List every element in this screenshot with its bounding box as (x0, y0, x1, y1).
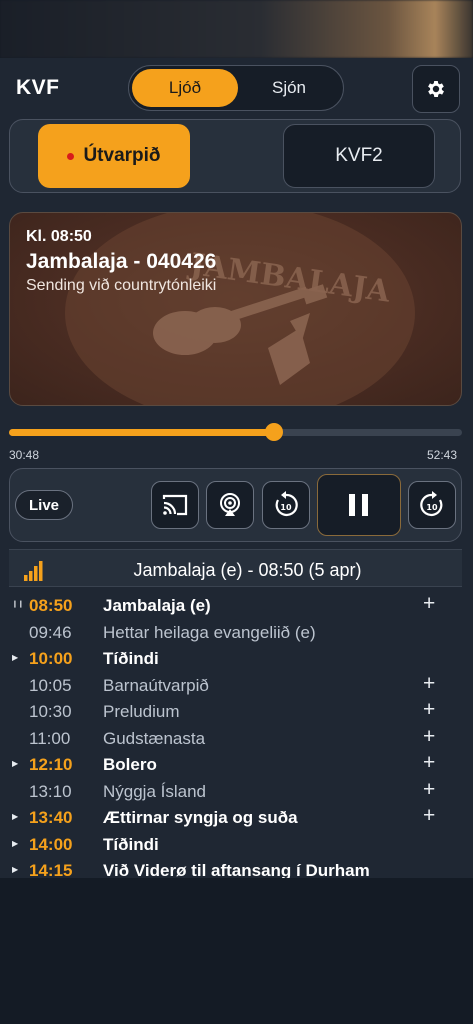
play-marker-icon: ▶ (12, 759, 19, 768)
add-reminder-icon[interactable]: + (423, 725, 435, 749)
player-controls: Live 10 10 (9, 468, 462, 542)
progress-fill (9, 429, 274, 436)
schedule-title: Við Viderø til aftansang í Durham (103, 861, 370, 878)
schedule-time: 09:46 (29, 622, 72, 642)
schedule-row[interactable]: 10:30 Preludium + (0, 698, 473, 725)
schedule-title: Tíðindi (103, 834, 159, 854)
airplay-button[interactable] (206, 481, 254, 529)
progress-knob[interactable] (264, 423, 283, 441)
schedule-row[interactable]: ▶ 13:40 Ættirnar syngja og suða + (0, 804, 473, 831)
add-reminder-icon[interactable]: + (423, 672, 435, 696)
rewind-10-icon: 10 (275, 491, 298, 517)
tab-sjon[interactable]: Sjón (236, 69, 342, 107)
add-reminder-icon[interactable]: + (423, 778, 435, 802)
schedule-row[interactable]: 13:10 Nýggja Ísland + (0, 778, 473, 805)
app-logo: KVF (16, 76, 60, 99)
elapsed-time: 30:48 (9, 448, 40, 462)
add-reminder-icon[interactable]: + (423, 592, 435, 616)
schedule-time: 10:00 (29, 649, 73, 668)
settings-button[interactable] (412, 65, 460, 113)
mode-switch: Ljóð Sjón (128, 65, 344, 111)
forward-seconds: 10 (426, 503, 438, 512)
add-reminder-icon[interactable]: + (423, 804, 435, 828)
schedule-title: Hettar heilaga evangeliið (e) (103, 622, 316, 642)
total-time: 52:43 (427, 448, 458, 462)
add-reminder-icon[interactable]: + (423, 751, 435, 775)
now-playing-text: Jambalaja (e) - 08:50 (5 apr) (133, 560, 362, 580)
schedule-title: Tíðindi (103, 649, 159, 668)
schedule-row[interactable]: ▶ 12:10 Bolero + (0, 751, 473, 778)
bottom-background (0, 878, 473, 1024)
cast-button[interactable] (151, 481, 199, 529)
schedule-title: Barnaútvarpið (103, 675, 209, 695)
pause-icon (349, 494, 368, 516)
program-subtitle: Sending við countrytónleiki (26, 277, 217, 294)
now-playing-card[interactable]: JAMBALAJA Kl. 08:50 Jambalaja - 040426 S… (9, 212, 462, 406)
forward-10-icon: 10 (420, 491, 443, 517)
channel-utvarpid-label: Útvarpið (83, 145, 161, 166)
app-screen: KVF Ljóð Sjón Útvarpið KVF2 JAMBALAJA Kl… (0, 58, 473, 878)
schedule-title: Gudstænasta (103, 728, 206, 748)
add-reminder-icon[interactable]: + (423, 698, 435, 722)
schedule-time: 14:15 (29, 861, 73, 878)
schedule-time: 14:00 (29, 834, 73, 854)
schedule-row[interactable]: ▶ 10:00 Tíðindi (0, 645, 473, 672)
live-dot-icon (67, 152, 75, 160)
schedule-title: Jambalaja (e) (103, 596, 211, 615)
pause-button[interactable] (317, 474, 401, 536)
pause-marker-icon: ❙❙ (12, 601, 24, 608)
airplay-icon (220, 493, 240, 516)
schedule-list: ❙❙ 08:50 Jambalaja (e) +09:46 Hettar heilaga… (0, 592, 473, 878)
header: KVF Ljóð Sjón (0, 58, 473, 116)
schedule-row[interactable]: ▶ 14:00 Tíðindi (0, 831, 473, 858)
schedule-time: 11:00 (29, 728, 71, 748)
schedule-title: Nýggja Ísland (103, 781, 207, 801)
schedule-row[interactable]: ▶ 14:15 Við Viderø til aftansang í Durham (0, 857, 473, 878)
channel-kvf2-button[interactable]: KVF2 (283, 124, 435, 188)
gear-icon (428, 81, 444, 97)
rewind-seconds: 10 (280, 503, 292, 512)
schedule-row[interactable]: ❙❙ 08:50 Jambalaja (e) + (0, 592, 473, 619)
schedule-title: Preludium (103, 702, 180, 721)
schedule-time: 13:40 (29, 808, 73, 827)
now-playing-bar[interactable]: Jambalaja (e) - 08:50 (5 apr) (9, 549, 462, 587)
schedule-time: 12:10 (29, 755, 73, 774)
play-marker-icon: ▶ (12, 865, 19, 874)
schedule-row[interactable]: 09:46 Hettar heilaga evangeliið (e) (0, 619, 473, 646)
program-time: Kl. 08:50 (26, 228, 92, 245)
play-marker-icon: ▶ (12, 838, 19, 848)
play-marker-icon: ▶ (12, 812, 19, 821)
schedule-row[interactable]: 11:00 Gudstænasta + (0, 725, 473, 752)
cast-icon (162, 494, 188, 516)
live-button[interactable]: Live (15, 490, 73, 520)
schedule-title: Ættirnar syngja og suða (103, 808, 298, 827)
schedule-time: 08:50 (29, 596, 73, 615)
channel-utvarpid-button[interactable]: Útvarpið (38, 124, 190, 188)
status-bar-blur (0, 0, 473, 58)
schedule-time: 10:05 (29, 675, 72, 695)
progress-slider[interactable] (9, 423, 462, 441)
play-marker-icon: ▶ (12, 653, 19, 662)
schedule-title: Bolero (103, 755, 157, 774)
rewind-10-button[interactable]: 10 (262, 481, 310, 529)
schedule-row[interactable]: 10:05 Barnaútvarpið + (0, 672, 473, 699)
program-title: Jambalaja - 040426 (26, 250, 217, 273)
channel-selector: Útvarpið KVF2 (9, 119, 461, 193)
schedule-time: 10:30 (29, 702, 72, 721)
forward-10-button[interactable]: 10 (408, 481, 456, 529)
tab-ljod[interactable]: Ljóð (132, 69, 238, 107)
schedule-time: 13:10 (29, 781, 72, 801)
